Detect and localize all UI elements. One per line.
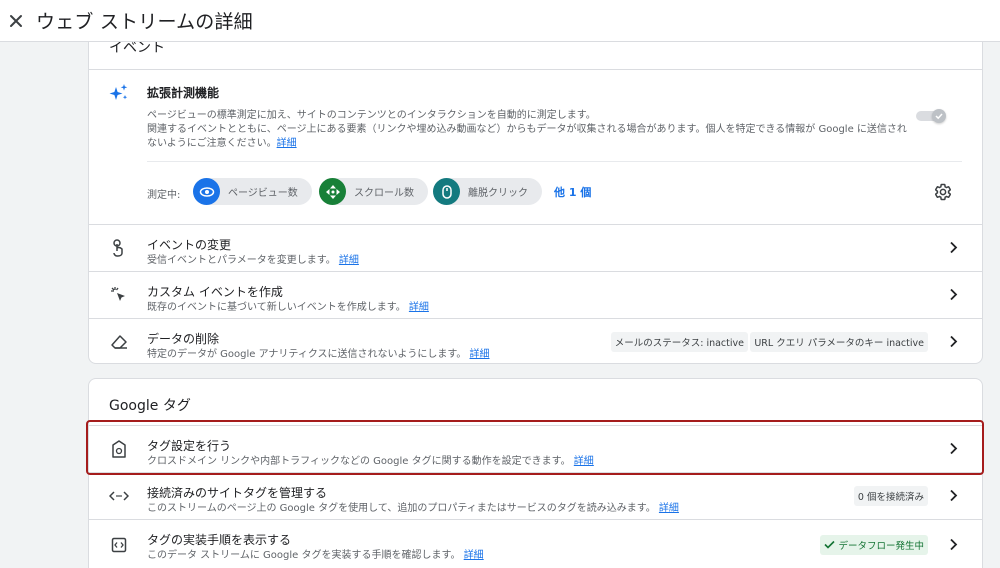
chip-scrolls[interactable]: スクロール数 [319,178,428,205]
code-page-icon [109,535,129,555]
chevron-right-icon [948,487,958,506]
tag-icon [109,439,129,459]
row-description: このストリームのページ上の Google タグを使用して、追加のプロパティまたは… [147,503,656,514]
learn-more-link[interactable]: 詳細 [574,456,594,467]
url-query-param-badge: URL クエリ パラメータのキー inactive [750,332,928,352]
row-description: 既存のイベントに基づいて新しいイベントを作成します。 [147,302,406,313]
data-redaction-row[interactable]: データの削除 特定のデータが Google アナリティクスに送信されないようにし… [89,319,982,363]
row-description: クロスドメイン リンクや内部トラフィックなどの Google タグに関する動作を… [147,456,571,467]
description-line-1: ページビューの標準測定に加え、サイトのコンテンツとのインタラクションを自動的に測… [147,110,596,121]
eye-icon [193,178,220,205]
check-icon [932,109,946,123]
chip-outbound-clicks[interactable]: 離脱クリック [433,178,542,205]
top-bar: ウェブ ストリームの詳細 [0,0,1000,42]
page-title: ウェブ ストリームの詳細 [36,11,253,33]
learn-more-link[interactable]: 詳細 [339,255,359,266]
row-description: 受信イベントとパラメータを変更します。 [147,255,336,266]
chevron-right-icon [948,440,958,459]
learn-more-link[interactable]: 詳細 [659,503,679,514]
code-icon [109,486,129,506]
chevron-right-icon [948,286,958,305]
enhanced-measurement-toggle[interactable] [916,109,946,123]
enhanced-measurement-learn-more-link[interactable]: 詳細 [277,138,297,149]
row-description: このデータ ストリームに Google タグを実装する手順を確認します。 [147,550,461,561]
events-card: イベント 拡張計測機能 ページビューの標準測定に加え、サイトのコンテンツとのイン… [88,22,983,364]
description-line-2: 関連するイベントとともに、ページ上にある要素（リンクや埋め込み動画など）からもデ… [147,124,907,135]
description-line-3: ないようにご注意ください。 [147,138,277,149]
measuring-label: 測定中: [147,190,181,201]
manage-connected-site-tags-row[interactable]: 接続済みのサイトタグを管理する このストリームのページ上の Google タグを… [89,473,982,519]
enhanced-measurement-description: ページビューの標準測定に加え、サイトのコンテンツとのインタラクションを自動的に測… [147,109,927,151]
view-tag-instructions-row[interactable]: タグの実装手順を表示する このデータ ストリームに Google タグを実装する… [89,520,982,568]
google-tag-card: Google タグ タグ設定を行う クロスドメイン リンクや内部トラフィックなど… [88,378,983,568]
chip-label: ページビュー数 [228,188,298,199]
gear-icon[interactable] [934,183,952,205]
close-icon[interactable] [8,13,24,29]
sparkle-icon [109,83,129,107]
row-description: 特定のデータが Google アナリティクスに送信されないようにします。 [147,349,467,360]
cursor-click-icon [109,285,129,305]
chevron-right-icon [948,333,958,352]
check-icon [824,540,836,549]
learn-more-link[interactable]: 詳細 [464,550,484,561]
chip-label: スクロール数 [354,188,414,199]
chip-page-views[interactable]: ページビュー数 [193,178,312,205]
enhanced-measurement-title: 拡張計測機能 [147,86,220,100]
learn-more-link[interactable]: 詳細 [470,349,490,360]
learn-more-link[interactable]: 詳細 [409,302,429,313]
data-flow-status-label: データフロー発生中 [838,540,924,552]
mouse-icon [433,178,460,205]
create-custom-event-row[interactable]: カスタム イベントを作成 既存のイベントに基づいて新しいイベントを作成します。 … [89,272,982,318]
chevron-right-icon [948,535,958,554]
more-events-link[interactable]: 他 1 個 [554,184,591,200]
connected-count-badge: 0 個を接続済み [853,486,928,506]
google-tag-section-title: Google タグ [109,398,191,414]
divider [89,69,982,70]
divider [147,161,962,162]
configure-tag-settings-row[interactable]: タグ設定を行う クロスドメイン リンクや内部トラフィックなどの Google タ… [89,426,982,472]
chip-label: 離脱クリック [468,188,528,199]
scroll-icon [319,178,346,205]
eraser-icon [109,332,129,352]
email-status-badge: メールのステータス: inactive [610,332,748,352]
modify-events-row[interactable]: イベントの変更 受信イベントとパラメータを変更します。 詳細 [89,225,982,271]
touch-icon [109,238,129,258]
data-flow-status-badge: データフロー発生中 [820,534,928,555]
chevron-right-icon [948,239,958,258]
